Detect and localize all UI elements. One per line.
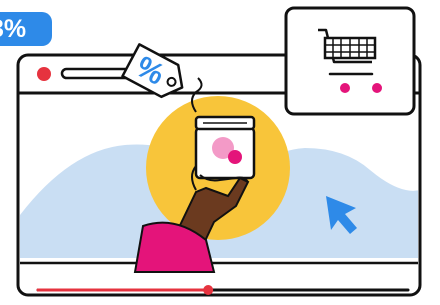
discount-badge-label: 3% bbox=[0, 15, 27, 43]
product-jar bbox=[194, 115, 256, 180]
progress-knob[interactable] bbox=[203, 285, 214, 295]
product-video-illustration: % bbox=[16, 6, 422, 297]
cart-card[interactable] bbox=[284, 6, 416, 116]
record-dot-icon bbox=[37, 67, 51, 81]
